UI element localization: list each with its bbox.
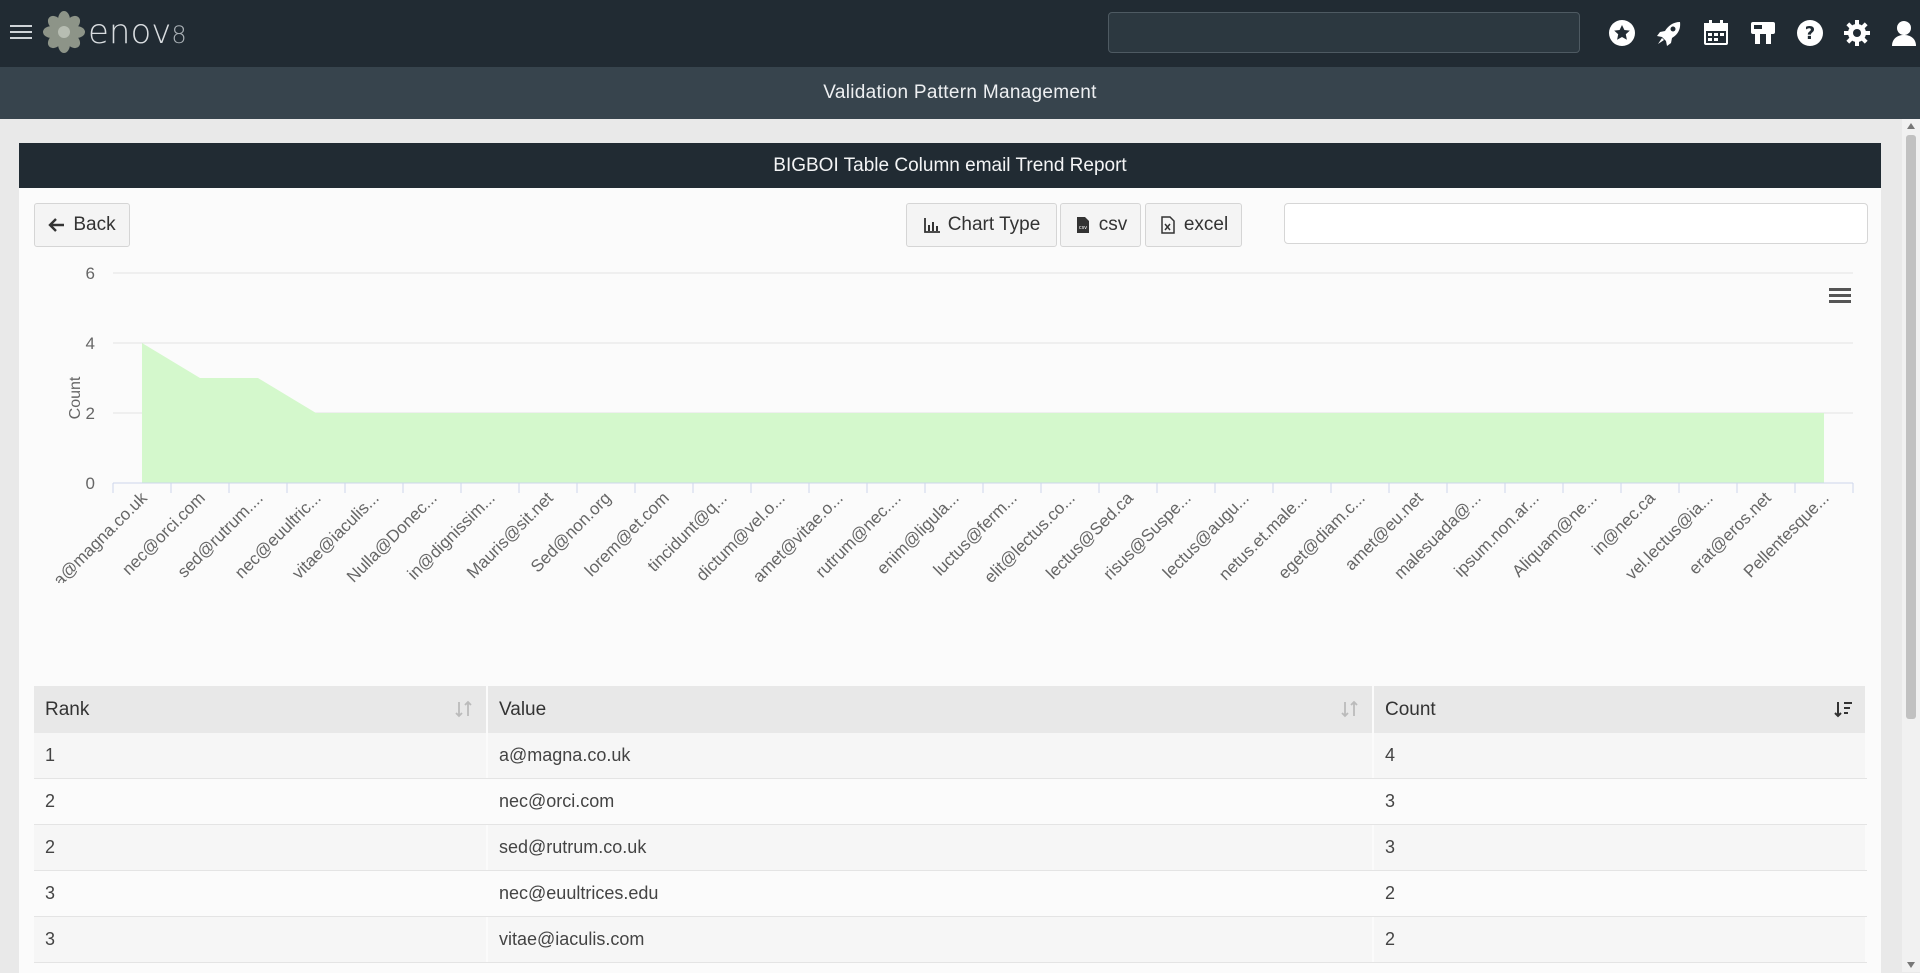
- rank-cell: 2: [34, 779, 488, 824]
- back-button[interactable]: Back: [34, 203, 130, 247]
- csv-label: csv: [1099, 214, 1128, 236]
- trend-report-panel: BIGBOI Table Column email Trend Report B…: [19, 143, 1881, 973]
- excel-label: excel: [1184, 214, 1228, 236]
- rank-cell: 2: [34, 825, 488, 870]
- top-navbar: enov8 ?: [0, 0, 1920, 67]
- trend-table: Rank Value Count 1a@magna.co.uk42nec@orc…: [34, 686, 1867, 963]
- area-chart-svg: 0246a@magna.co.uknec@orci.comsed@rutrum.…: [19, 253, 1881, 583]
- count-cell: 2: [1374, 917, 1867, 962]
- value-column-header[interactable]: Value: [488, 686, 1374, 733]
- page-title: Validation Pattern Management: [0, 67, 1920, 119]
- count-column-header[interactable]: Count: [1374, 686, 1867, 733]
- svg-text:csv: csv: [1079, 225, 1087, 231]
- gear-icon[interactable]: [1833, 13, 1880, 53]
- y-tick-label: 6: [86, 264, 95, 283]
- value-cell: vitae@iaculis.com: [488, 917, 1374, 962]
- table-row[interactable]: 1a@magna.co.uk4: [34, 733, 1867, 779]
- help-icon[interactable]: ?: [1786, 13, 1833, 53]
- star-icon[interactable]: [1598, 13, 1645, 53]
- tool-icon[interactable]: [1739, 13, 1786, 53]
- trend-chart: 0246a@magna.co.uknec@orci.comsed@rutrum.…: [19, 253, 1881, 583]
- scroll-thumb[interactable]: [1906, 135, 1916, 719]
- count-cell: 4: [1374, 733, 1867, 778]
- flower-logo-icon: [42, 10, 86, 54]
- rocket-icon[interactable]: [1645, 13, 1692, 53]
- area-series: [142, 343, 1824, 483]
- top-icon-bar: ?: [1598, 13, 1920, 53]
- panel-title: BIGBOI Table Column email Trend Report: [19, 143, 1881, 188]
- y-tick-label: 4: [86, 334, 95, 353]
- svg-text:?: ?: [1804, 23, 1814, 44]
- chart-type-label: Chart Type: [948, 214, 1041, 236]
- table-body: 1a@magna.co.uk42nec@orci.com32sed@rutrum…: [34, 733, 1867, 963]
- sort-icon[interactable]: [454, 699, 474, 719]
- main-content: BIGBOI Table Column email Trend Report B…: [0, 119, 1902, 972]
- rank-cell: 3: [34, 871, 488, 916]
- value-cell: nec@euultrices.edu: [488, 871, 1374, 916]
- csv-button[interactable]: csv csv: [1060, 203, 1141, 247]
- value-header-label: Value: [499, 699, 546, 721]
- page-scrollbar[interactable]: [1902, 119, 1920, 972]
- rank-cell: 1: [34, 733, 488, 778]
- y-tick-label: 2: [86, 404, 95, 423]
- value-cell: sed@rutrum.co.uk: [488, 825, 1374, 870]
- global-search-input[interactable]: [1108, 12, 1580, 53]
- table-row[interactable]: 2sed@rutrum.co.uk3: [34, 825, 1867, 871]
- value-cell: nec@orci.com: [488, 779, 1374, 824]
- arrow-left-icon: [48, 216, 66, 234]
- user-icon[interactable]: [1880, 13, 1920, 53]
- enov8-logo[interactable]: enov8: [42, 8, 187, 56]
- back-button-label: Back: [73, 214, 115, 236]
- calendar-icon[interactable]: [1692, 13, 1739, 53]
- value-cell: a@magna.co.uk: [488, 733, 1374, 778]
- count-cell: 3: [1374, 779, 1867, 824]
- rank-header-label: Rank: [45, 699, 89, 721]
- chart-type-button[interactable]: Chart Type: [906, 203, 1057, 247]
- bar-chart-icon: [923, 216, 941, 234]
- logo-text: enov8: [88, 12, 187, 52]
- excel-file-icon: [1159, 216, 1177, 234]
- table-header: Rank Value Count: [34, 686, 1867, 733]
- table-row[interactable]: 3vitae@iaculis.com2: [34, 917, 1867, 963]
- scroll-down-arrow[interactable]: [1907, 962, 1915, 968]
- y-axis-title: Count: [67, 376, 84, 419]
- menu-icon[interactable]: [10, 21, 32, 41]
- count-header-label: Count: [1385, 699, 1436, 721]
- csv-file-icon: csv: [1074, 216, 1092, 234]
- count-cell: 2: [1374, 871, 1867, 916]
- sort-icon[interactable]: [1340, 699, 1360, 719]
- count-cell: 3: [1374, 825, 1867, 870]
- rank-column-header[interactable]: Rank: [34, 686, 488, 733]
- sort-desc-icon[interactable]: [1833, 699, 1853, 719]
- table-row[interactable]: 3nec@euultrices.edu2: [34, 871, 1867, 917]
- filter-input[interactable]: [1284, 203, 1868, 244]
- excel-button[interactable]: excel: [1145, 203, 1242, 247]
- scroll-up-arrow[interactable]: [1907, 123, 1915, 129]
- y-tick-label: 0: [86, 474, 95, 493]
- table-row[interactable]: 2nec@orci.com3: [34, 779, 1867, 825]
- chart-menu-icon[interactable]: [1829, 288, 1851, 303]
- rank-cell: 3: [34, 917, 488, 962]
